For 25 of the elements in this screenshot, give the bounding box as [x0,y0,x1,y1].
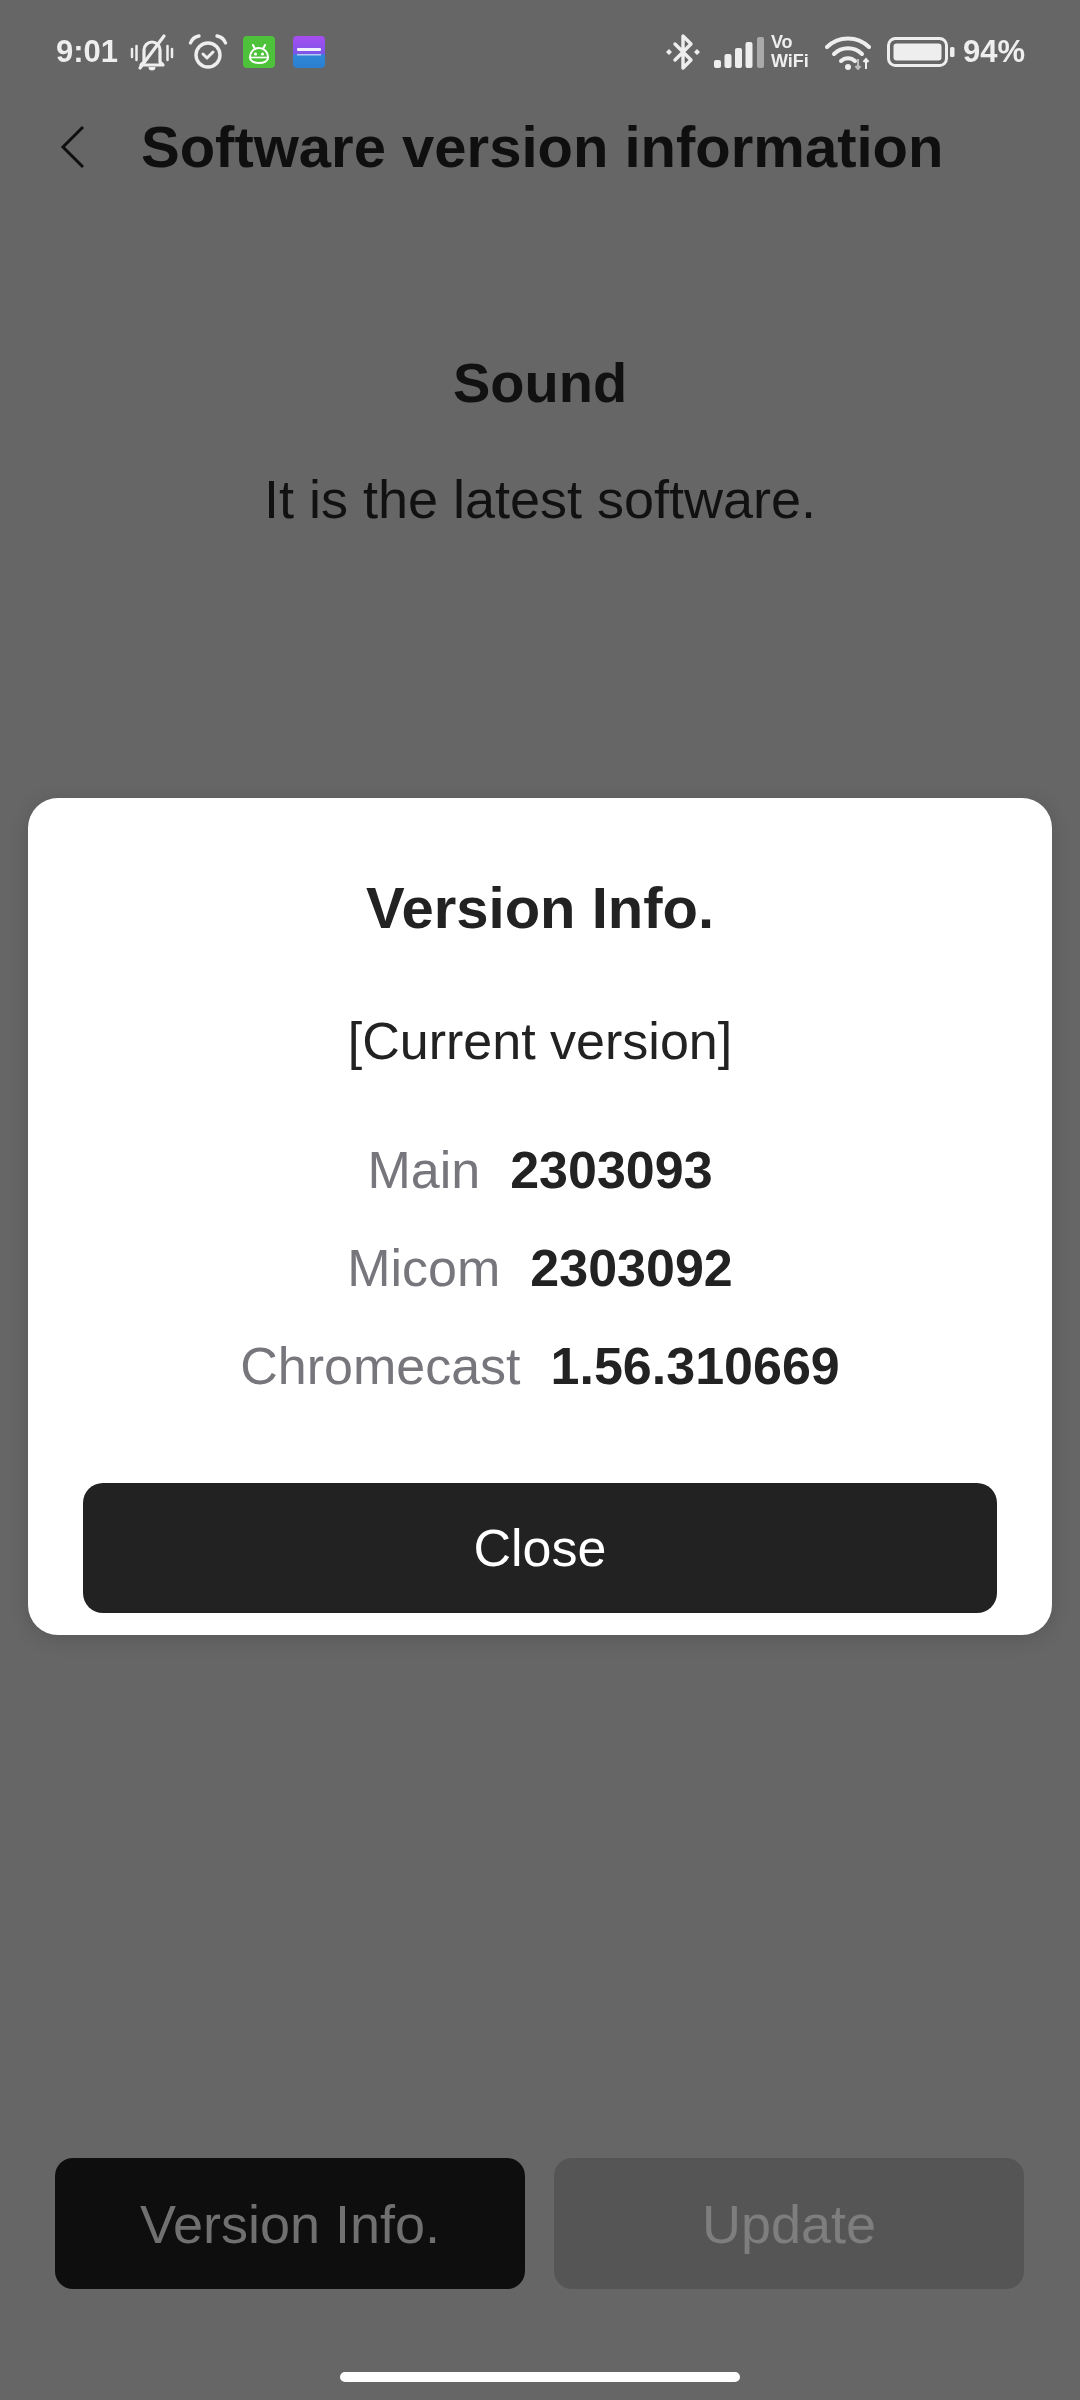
status-message: It is the latest software. [263,468,817,530]
back-icon[interactable] [60,125,86,169]
version-number: 2303092 [530,1239,733,1297]
dialog-title: Version Info. [365,874,715,941]
vowifi-label: Vo WiFi [770,33,810,71]
wifi-icon [824,34,872,70]
dialog-subtitle: [Current version] [347,1012,733,1070]
version-label: Main [367,1141,481,1199]
page-title: Software version information [141,113,944,181]
version-number: 2303093 [510,1141,713,1199]
alarm-clock-icon [188,34,229,70]
version-label: Micom [347,1239,501,1297]
robot-app-icon [243,36,276,68]
app-tile-icon [293,36,326,68]
version-label: Chromecast [240,1337,521,1395]
close-button[interactable]: Close [83,1483,997,1613]
signal-icon [713,36,764,68]
version-number: 1.56.310669 [550,1337,840,1395]
device-name: Sound [452,350,628,416]
bluetooth-icon [664,32,701,72]
version-info-button[interactable]: Version Info. [55,2158,525,2289]
battery-percent: 94% [962,34,1025,70]
clock-time: 9:01 [56,34,119,70]
battery-icon [886,37,955,67]
muted-bell-icon [130,33,175,71]
